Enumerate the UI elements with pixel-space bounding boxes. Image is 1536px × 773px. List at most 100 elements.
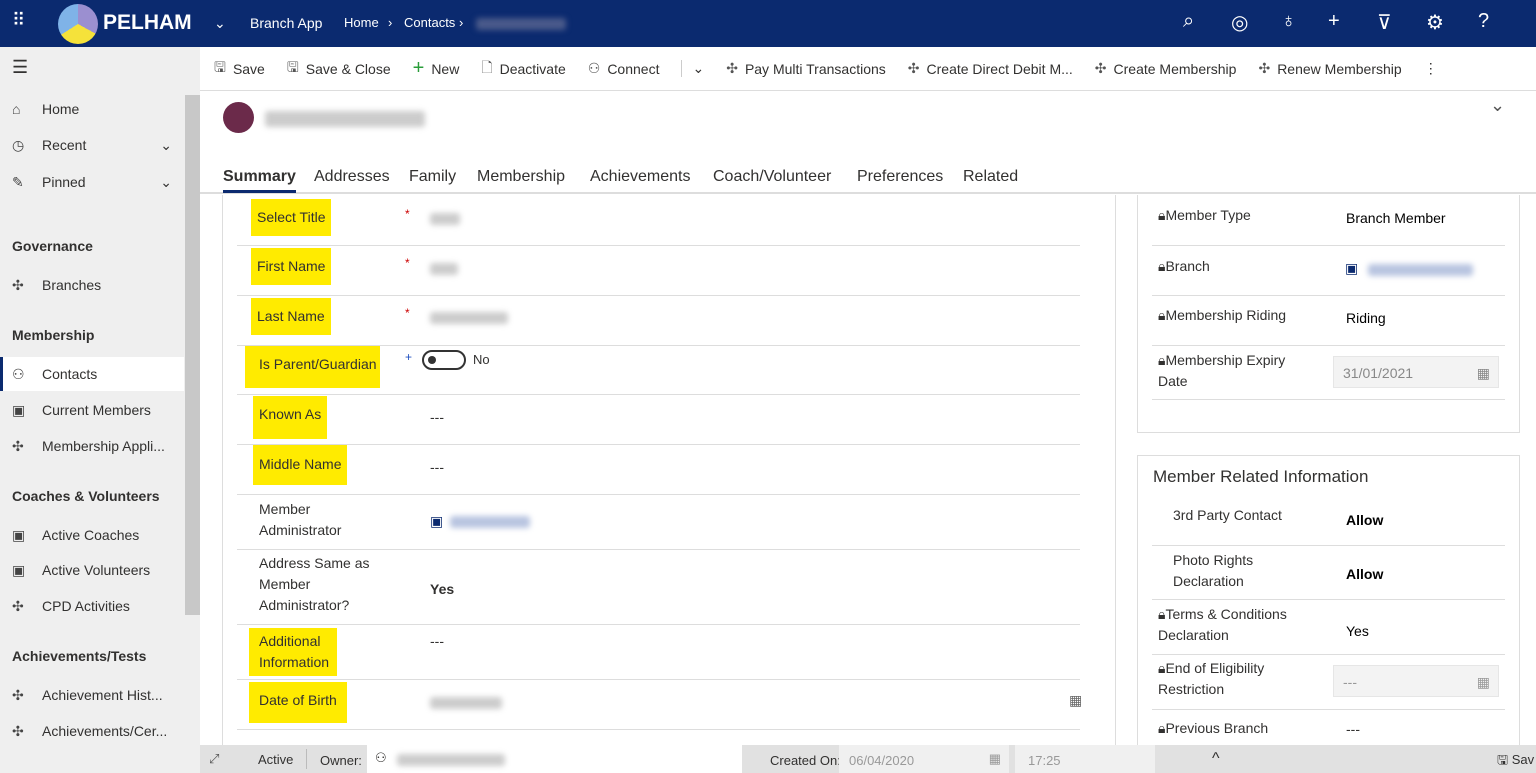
field-photo-rights: Photo Rights DeclarationAllow (1152, 546, 1505, 600)
sidebar-item-recent[interactable]: ◷Recent⌄ (0, 128, 184, 162)
owner-value[interactable] (397, 754, 505, 766)
field-member-admin: Member Administrator ▣ (237, 495, 1080, 550)
lightbulb-icon[interactable]: ♁ (1281, 10, 1296, 33)
hamburger-icon[interactable]: ☰ (12, 57, 28, 78)
calendar-icon[interactable]: ▦ (1069, 692, 1082, 709)
field-middle-name: Middle Name --- (237, 445, 1080, 495)
address-same-input[interactable]: Yes (430, 581, 454, 597)
breadcrumb-home[interactable]: Home (344, 15, 379, 30)
sidebar-item-pinned[interactable]: ✎Pinned⌄ (0, 165, 184, 199)
pin-icon: ✎ (12, 174, 42, 191)
tab-membership[interactable]: Membership (477, 168, 565, 186)
field-additional-info: Additional Information --- (237, 625, 1080, 680)
save-button[interactable]: 🖫Save (214, 57, 265, 81)
expand-icon[interactable]: ⤢ (209, 751, 219, 767)
chevron-up-icon[interactable]: ^ (1212, 750, 1220, 768)
section-title: Member Related Information (1153, 467, 1368, 487)
tab-summary[interactable]: Summary (223, 168, 296, 193)
chevron-down-icon[interactable]: ⌄ (160, 137, 172, 154)
calendar-icon[interactable]: ▦ (1477, 365, 1490, 382)
sidebar-item-membership-applications[interactable]: ✣Membership Appli... (0, 429, 184, 463)
group-governance: Governance (12, 238, 93, 254)
sidebar-item-achievement-history[interactable]: ✣Achievement Hist... (0, 678, 184, 712)
is-parent-toggle[interactable] (422, 350, 466, 370)
filter-icon[interactable]: ⊽ (1377, 10, 1392, 35)
known-as-input[interactable]: --- (430, 409, 444, 425)
team-icon: ⚇ (375, 750, 387, 766)
sidebar-item-contacts[interactable]: ⚇Contacts (0, 357, 184, 391)
owner-field[interactable]: ⚇ (367, 745, 742, 773)
field-label: Additional Information (249, 628, 337, 676)
group-membership: Membership (12, 327, 94, 343)
first-name-input[interactable] (430, 263, 458, 275)
field-expiry: 🔒︎Membership Expiry Date 31/01/2021▦ (1152, 346, 1505, 400)
pay-multi-button[interactable]: ✣Pay Multi Transactions (726, 60, 886, 77)
middle-name-input[interactable]: --- (430, 459, 444, 475)
plus-icon[interactable]: + (1328, 10, 1340, 33)
required-icon: * (405, 306, 410, 320)
create-direct-debit-button[interactable]: ✣Create Direct Debit M... (908, 60, 1073, 77)
field-previous-branch: 🔒︎Previous Branch--- (1152, 710, 1505, 745)
search-icon[interactable]: ⌕ (1183, 10, 1194, 33)
sidebar-item-cpd[interactable]: ✣CPD Activities (0, 589, 184, 623)
toggle-value: No (473, 352, 490, 367)
member-admin-link[interactable] (450, 516, 530, 528)
tab-coach-volunteer[interactable]: Coach/Volunteer (713, 168, 831, 186)
header-expand-icon[interactable]: ⌄ (1490, 95, 1505, 116)
calendar-icon: ▦ (989, 751, 1001, 767)
eligibility-input[interactable]: ---▦ (1333, 665, 1499, 697)
field-label: 3rd Party Contact (1173, 505, 1282, 526)
chevron-down-icon: ⌄ (692, 60, 704, 77)
gear-icon[interactable]: ⚙ (1426, 10, 1444, 35)
save-close-button[interactable]: 🖫Save & Close (287, 57, 391, 81)
tab-family[interactable]: Family (409, 168, 456, 186)
sidebar-item-branches[interactable]: ✣Branches (0, 268, 184, 302)
renew-membership-button[interactable]: ✣Renew Membership (1258, 60, 1401, 77)
tab-related[interactable]: Related (963, 168, 1018, 186)
save-status-button[interactable]: 🖫 Sav (1497, 751, 1534, 773)
calendar-icon[interactable]: ▦ (1477, 674, 1490, 691)
clipboard-icon: ▣ (12, 562, 42, 579)
help-icon[interactable]: ? (1478, 10, 1489, 33)
riding-value: Riding (1346, 310, 1386, 326)
sidebar-item-active-coaches[interactable]: ▣Active Coaches (0, 518, 184, 552)
chevron-down-icon[interactable]: ⌄ (160, 174, 172, 191)
home-icon: ⌂ (12, 101, 42, 117)
additional-info-input[interactable]: --- (430, 633, 444, 649)
app-name[interactable]: Branch App (250, 15, 322, 31)
puzzle-icon: ✣ (726, 60, 738, 77)
sidebar-item-achievements-certs[interactable]: ✣Achievements/Cer... (0, 714, 184, 748)
tab-addresses[interactable]: Addresses (314, 168, 390, 186)
previous-branch-value: --- (1346, 721, 1360, 737)
pelham-logo (58, 4, 98, 44)
more-commands-icon[interactable]: ⋮ (1424, 60, 1438, 77)
owner-label: Owner: (320, 753, 362, 768)
deactivate-button[interactable]: 🗋Deactivate (481, 57, 565, 81)
expiry-input[interactable]: 31/01/2021▦ (1333, 356, 1499, 388)
field-label: 🔒︎Terms & Conditions Declaration (1158, 604, 1318, 646)
sidebar-scrollbar[interactable] (185, 95, 200, 615)
field-label: Date of Birth (249, 682, 347, 723)
task-icon[interactable]: ◎ (1231, 10, 1248, 35)
breadcrumb-contacts[interactable]: Contacts (404, 15, 455, 30)
tab-preferences[interactable]: Preferences (857, 168, 943, 186)
puzzle-icon: ✣ (12, 277, 42, 294)
last-name-input[interactable] (430, 312, 508, 324)
contact-icon: ▣ (430, 513, 443, 530)
chevron-down-icon[interactable]: ⌄ (214, 15, 226, 32)
connect-dropdown[interactable]: ⌄ (681, 60, 704, 77)
sidebar-item-home[interactable]: ⌂Home (0, 92, 184, 126)
branch-link[interactable] (1368, 264, 1473, 276)
create-membership-button[interactable]: ✣Create Membership (1095, 60, 1237, 77)
app-launcher-icon[interactable]: ⠿ (12, 10, 25, 31)
select-title-input[interactable] (430, 213, 460, 225)
field-address-same: Address Same as Member Administrator? Ye… (237, 550, 1080, 625)
sidebar-item-active-volunteers[interactable]: ▣Active Volunteers (0, 553, 184, 587)
field-label: 🔒︎Member Type (1158, 205, 1251, 226)
dob-input[interactable] (430, 697, 502, 709)
branch-icon: ▣ (1345, 260, 1358, 277)
sidebar-item-current-members[interactable]: ▣Current Members (0, 393, 184, 427)
tab-achievements[interactable]: Achievements (590, 168, 691, 186)
new-button[interactable]: +New (413, 57, 460, 80)
connect-button[interactable]: ⚇Connect (588, 60, 660, 77)
